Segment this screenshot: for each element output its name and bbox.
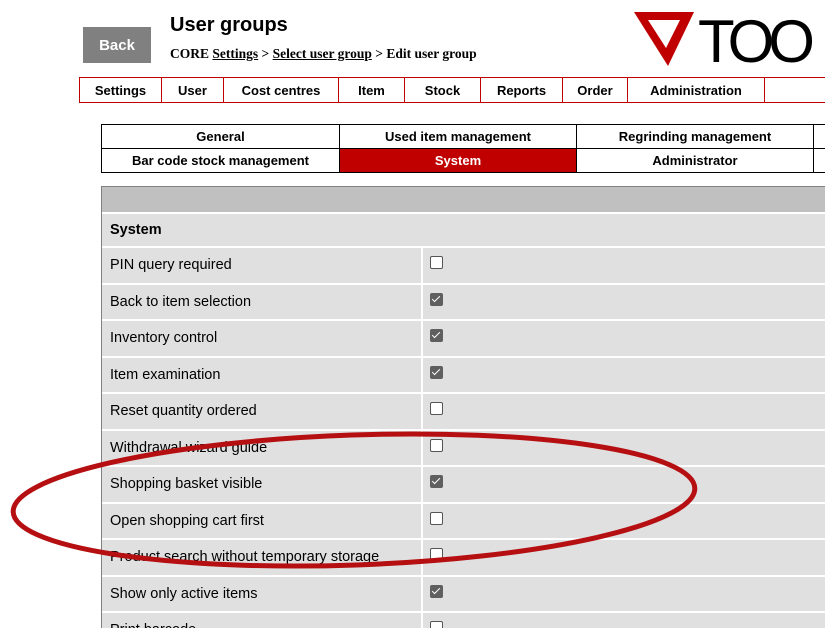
setting-label: Reset quantity ordered: [102, 392, 423, 429]
setting-label: Shopping basket visible: [102, 465, 423, 502]
breadcrumb-prefix: CORE: [170, 46, 213, 61]
setting-row: Shopping basket visible: [102, 465, 825, 502]
nav-administration[interactable]: Administration: [627, 78, 765, 102]
nav-user[interactable]: User: [161, 78, 223, 102]
nav-stock[interactable]: Stock: [404, 78, 480, 102]
page-title: User groups: [170, 14, 288, 36]
setting-value-cell: [423, 355, 825, 392]
back-button[interactable]: Back: [83, 27, 151, 63]
setting-checkbox[interactable]: [430, 256, 443, 269]
setting-value-cell: [423, 282, 825, 319]
setting-checkbox[interactable]: [430, 365, 443, 379]
setting-row: Print barcode: [102, 611, 825, 628]
setting-checkbox[interactable]: [430, 621, 443, 628]
nav-settings[interactable]: Settings: [79, 78, 161, 102]
setting-label: Show only active items: [102, 574, 423, 611]
breadcrumb-current: Edit user group: [386, 46, 477, 61]
setting-label: Product search without temporary storage: [102, 538, 423, 575]
setting-row: PIN query required: [102, 246, 825, 283]
setting-checkbox[interactable]: [430, 329, 443, 342]
section-title: System: [102, 212, 825, 246]
setting-value-cell: [423, 428, 825, 465]
setting-checkbox[interactable]: [430, 292, 443, 306]
setting-row: Reset quantity ordered: [102, 392, 825, 429]
setting-label: Open shopping cart first: [102, 501, 423, 538]
logo-text: TOO: [698, 8, 812, 72]
breadcrumb-settings-link[interactable]: Settings: [212, 46, 258, 61]
tab-overflow[interactable]: [813, 124, 825, 149]
sub-tabs: General Used item management Regrinding …: [101, 124, 825, 173]
settings-list: PIN query required Back to item selection…: [102, 246, 825, 628]
company-logo: TOO: [634, 8, 818, 72]
setting-label: Withdrawal wizard guide: [102, 428, 423, 465]
setting-value-cell: [423, 319, 825, 356]
setting-label: Inventory control: [102, 319, 423, 356]
tab-administrator[interactable]: Administrator: [576, 148, 814, 173]
setting-row: Withdrawal wizard guide: [102, 428, 825, 465]
setting-value-cell: [423, 246, 825, 283]
setting-value-cell: [423, 465, 825, 502]
setting-value-cell: [423, 392, 825, 429]
setting-row: Show only active items: [102, 574, 825, 611]
setting-value-cell: [423, 611, 825, 628]
setting-row: Item examination: [102, 355, 825, 392]
breadcrumb-select-user-group-link[interactable]: Select user group: [273, 46, 372, 61]
setting-row: Inventory control: [102, 319, 825, 356]
breadcrumb: CORE Settings > Select user group > Edit…: [170, 46, 477, 62]
setting-value-cell: [423, 501, 825, 538]
setting-row: Open shopping cart first: [102, 501, 825, 538]
tab-general[interactable]: General: [101, 124, 340, 149]
setting-row: Back to item selection: [102, 282, 825, 319]
setting-checkbox[interactable]: [430, 584, 443, 598]
setting-label: Item examination: [102, 355, 423, 392]
tab-bar-code-stock-management[interactable]: Bar code stock management: [101, 148, 340, 173]
tab-system[interactable]: System: [339, 148, 577, 173]
setting-label: Back to item selection: [102, 282, 423, 319]
panel-header-bar: [102, 187, 825, 212]
breadcrumb-separator: >: [258, 46, 273, 61]
tab-used-item-management[interactable]: Used item management: [339, 124, 577, 149]
settings-panel: System PIN query required Back to item se…: [101, 186, 825, 628]
tab-overflow[interactable]: [813, 148, 825, 173]
setting-checkbox[interactable]: [430, 548, 443, 561]
setting-checkbox[interactable]: [430, 438, 443, 452]
nav-cost-centres[interactable]: Cost centres: [223, 78, 338, 102]
setting-value-cell: [423, 538, 825, 575]
main-navigation: Settings User Cost centres Item Stock Re…: [79, 77, 825, 103]
nav-item[interactable]: Item: [338, 78, 404, 102]
breadcrumb-separator: >: [371, 46, 387, 61]
setting-checkbox[interactable]: [430, 511, 443, 525]
setting-label: PIN query required: [102, 246, 423, 283]
setting-value-cell: [423, 574, 825, 611]
nav-reports[interactable]: Reports: [480, 78, 562, 102]
tab-regrinding-management[interactable]: Regrinding management: [576, 124, 814, 149]
setting-checkbox[interactable]: [430, 475, 443, 488]
setting-row: Product search without temporary storage: [102, 538, 825, 575]
setting-label: Print barcode: [102, 611, 423, 628]
nav-order[interactable]: Order: [562, 78, 627, 102]
setting-checkbox[interactable]: [430, 402, 443, 415]
